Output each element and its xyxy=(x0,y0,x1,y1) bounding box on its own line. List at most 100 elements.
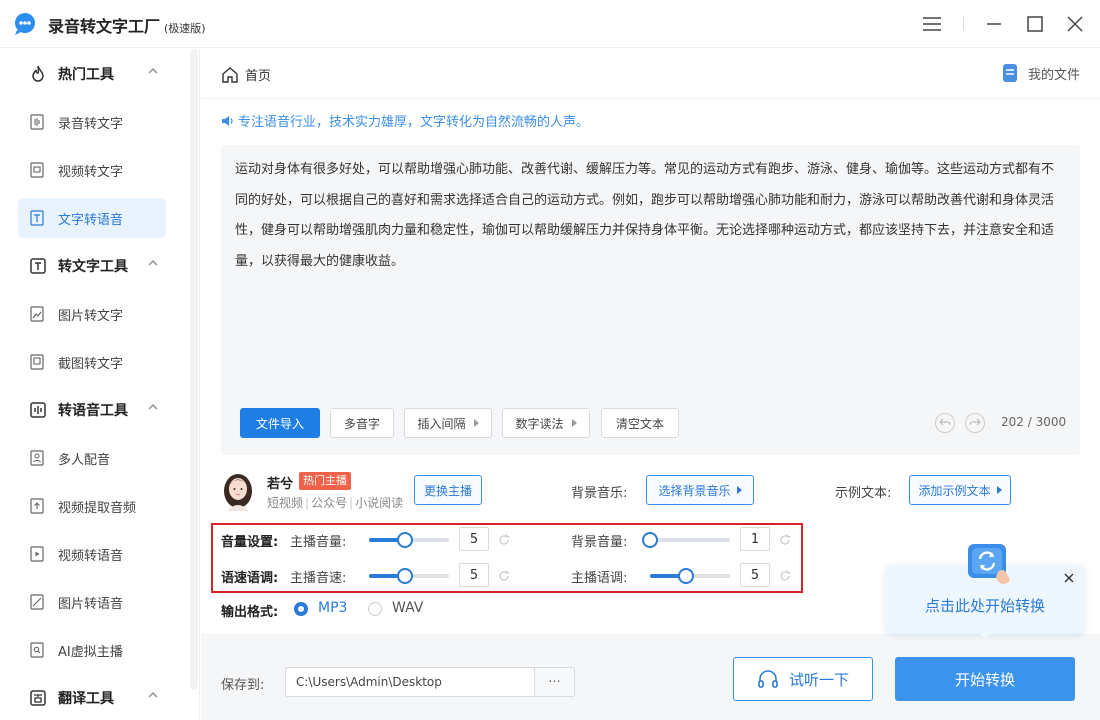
slider-knob[interactable] xyxy=(678,568,694,584)
undo-button[interactable] xyxy=(935,413,955,433)
sidebar-item-label: 截图转文字 xyxy=(58,356,124,372)
editor-text[interactable]: 运动对身体有很多好处，可以帮助增强心肺功能、改善代谢、缓解压力等。常见的运动方式… xyxy=(235,155,1065,277)
bg-volume-label: 背景音量: xyxy=(571,535,628,550)
sidebar-group-translate-tools[interactable]: 翻译工具 xyxy=(0,674,185,720)
anchor-pitch-value[interactable]: 5 xyxy=(740,563,770,587)
clear-text-button[interactable]: 清空文本 xyxy=(601,408,679,438)
play-file-icon xyxy=(30,546,44,562)
convert-refresh-icon xyxy=(968,544,1010,584)
minimize-icon xyxy=(987,23,1001,25)
sidebar-group-label: 热门工具 xyxy=(58,67,114,83)
sidebar-item-ai-anchor[interactable]: AI虚拟主播 xyxy=(18,630,166,670)
browse-button[interactable]: ··· xyxy=(535,667,575,697)
start-convert-label: 开始转换 xyxy=(954,670,1015,689)
file-import-button[interactable]: 文件导入 xyxy=(240,408,320,438)
sidebar-item-text-to-speech[interactable]: 文字转语音 xyxy=(18,198,166,238)
anchor-tag: 公众号 xyxy=(311,496,348,510)
sidebar-item-multi-voice[interactable]: 多人配音 xyxy=(18,438,166,478)
waveform-icon xyxy=(30,402,46,418)
anchor-volume-slider[interactable] xyxy=(369,532,449,548)
polyphone-button[interactable]: 多音字 xyxy=(330,408,394,438)
hamburger-icon xyxy=(923,17,941,31)
triangle-right-icon xyxy=(996,486,1002,494)
select-bg-music-button[interactable]: 选择背景音乐 xyxy=(646,475,754,505)
bottom-bar: 保存到: C:\Users\Admin\Desktop ··· 试听一下 开始转… xyxy=(201,634,1100,720)
slider-knob[interactable] xyxy=(397,532,413,548)
bg-volume-slider[interactable] xyxy=(642,532,730,548)
slider-knob[interactable] xyxy=(642,532,658,548)
preview-listen-button[interactable]: 试听一下 xyxy=(733,657,873,701)
change-anchor-button[interactable]: 更换主播 xyxy=(414,475,482,505)
reset-icon[interactable] xyxy=(778,533,792,547)
more-dots-icon: ··· xyxy=(548,674,561,690)
sidebar-item-extract-audio[interactable]: 视频提取音频 xyxy=(18,486,166,526)
number-reading-button[interactable]: 数字读法 xyxy=(502,408,590,438)
sidebar-item-image-to-speech[interactable]: 图片转语音 xyxy=(18,582,166,622)
sidebar-item-image-to-text[interactable]: 图片转文字 xyxy=(18,294,166,334)
sidebar-item-label: 视频转语音 xyxy=(58,548,124,564)
add-sample-text-label: 添加示例文本 xyxy=(918,483,991,498)
sidebar-item-audio-to-text[interactable]: 录音转文字 xyxy=(18,102,166,142)
mp3-label[interactable]: MP3 xyxy=(318,600,347,616)
select-bg-music-label: 选择背景音乐 xyxy=(658,483,731,498)
sidebar-group-label: 转文字工具 xyxy=(58,259,128,275)
redo-icon xyxy=(969,418,981,426)
title-bar: 录音转文字工厂 (极速版) xyxy=(0,0,1100,48)
redo-button[interactable] xyxy=(965,413,985,433)
triangle-right-icon xyxy=(473,419,479,427)
extract-icon xyxy=(30,498,44,514)
reset-icon[interactable] xyxy=(497,533,511,547)
wav-label[interactable]: WAV xyxy=(392,600,423,616)
wav-radio[interactable] xyxy=(368,602,382,616)
tip-text: 点击此处开始转换 xyxy=(924,597,1045,615)
notice-banner: 专注语音行业，技术实力雄厚，文字转化为自然流畅的人声。 xyxy=(221,111,589,130)
close-icon[interactable] xyxy=(1062,571,1076,585)
save-path-input[interactable]: C:\Users\Admin\Desktop xyxy=(285,667,535,697)
my-files-link[interactable]: 我的文件 xyxy=(1002,63,1080,83)
anchor-pitch-slider[interactable] xyxy=(650,568,730,584)
sidebar-scrollbar[interactable] xyxy=(190,49,198,689)
text-editor[interactable]: 运动对身体有很多好处，可以帮助增强心肺功能、改善代谢、缓解压力等。常见的运动方式… xyxy=(221,145,1080,455)
app-logo-icon xyxy=(15,13,35,35)
save-to-label: 保存到: xyxy=(221,678,265,693)
anchor-speed-value[interactable]: 5 xyxy=(459,563,489,587)
sidebar-item-label: AI虚拟主播 xyxy=(58,644,123,660)
home-link[interactable]: 首页 xyxy=(221,65,271,84)
sidebar-item-video-to-text[interactable]: 视频转文字 xyxy=(18,150,166,190)
anchor-speed-slider[interactable] xyxy=(369,568,449,584)
minimize-button[interactable] xyxy=(980,10,1008,38)
chevron-up-icon xyxy=(148,68,158,74)
add-sample-text-button[interactable]: 添加示例文本 xyxy=(909,475,1011,505)
reset-icon[interactable] xyxy=(778,569,792,583)
sidebar: 热门工具 录音转文字 视频转文字 文字转语音 转文字工具 图片转文字 截图转文字… xyxy=(0,49,200,720)
sidebar-group-to-text-tools[interactable]: 转文字工具 xyxy=(0,242,185,290)
reset-icon[interactable] xyxy=(497,569,511,583)
mp3-radio[interactable] xyxy=(294,602,308,616)
slider-knob[interactable] xyxy=(397,568,413,584)
audio-file-icon xyxy=(30,114,44,130)
bg-music-label: 背景音乐: xyxy=(571,486,628,501)
sidebar-group-hot-tools[interactable]: 热门工具 xyxy=(0,50,185,98)
maximize-button[interactable] xyxy=(1021,10,1049,38)
chevron-up-icon xyxy=(148,692,158,698)
sidebar-group-to-speech-tools[interactable]: 转语音工具 xyxy=(0,386,185,434)
tip-arrow xyxy=(977,631,993,639)
sidebar-item-label: 图片转文字 xyxy=(58,308,124,324)
insert-pause-button[interactable]: 插入间隔 xyxy=(404,408,492,438)
anchor-volume-value[interactable]: 5 xyxy=(459,527,489,551)
anchor-tag: 短视频 xyxy=(267,496,304,510)
anchor-tags: 短视频 | 公众号 | 小说阅读 xyxy=(267,496,404,510)
close-button[interactable] xyxy=(1061,10,1089,38)
app-title-text: 录音转文字工厂 xyxy=(48,17,161,36)
sidebar-item-label: 录音转文字 xyxy=(58,116,124,132)
sidebar-item-label: 多人配音 xyxy=(58,452,111,468)
notice-text: 专注语音行业，技术实力雄厚，文字转化为自然流畅的人声。 xyxy=(238,115,590,130)
my-files-label: 我的文件 xyxy=(1027,67,1080,83)
sidebar-item-video-to-speech[interactable]: 视频转语音 xyxy=(18,534,166,574)
home-label: 首页 xyxy=(245,69,272,84)
start-convert-button[interactable]: 开始转换 xyxy=(895,657,1075,701)
bg-volume-value[interactable]: 1 xyxy=(740,527,770,551)
menu-button[interactable] xyxy=(918,10,946,38)
sidebar-item-screenshot-to-text[interactable]: 截图转文字 xyxy=(18,342,166,382)
undo-icon xyxy=(939,418,951,426)
